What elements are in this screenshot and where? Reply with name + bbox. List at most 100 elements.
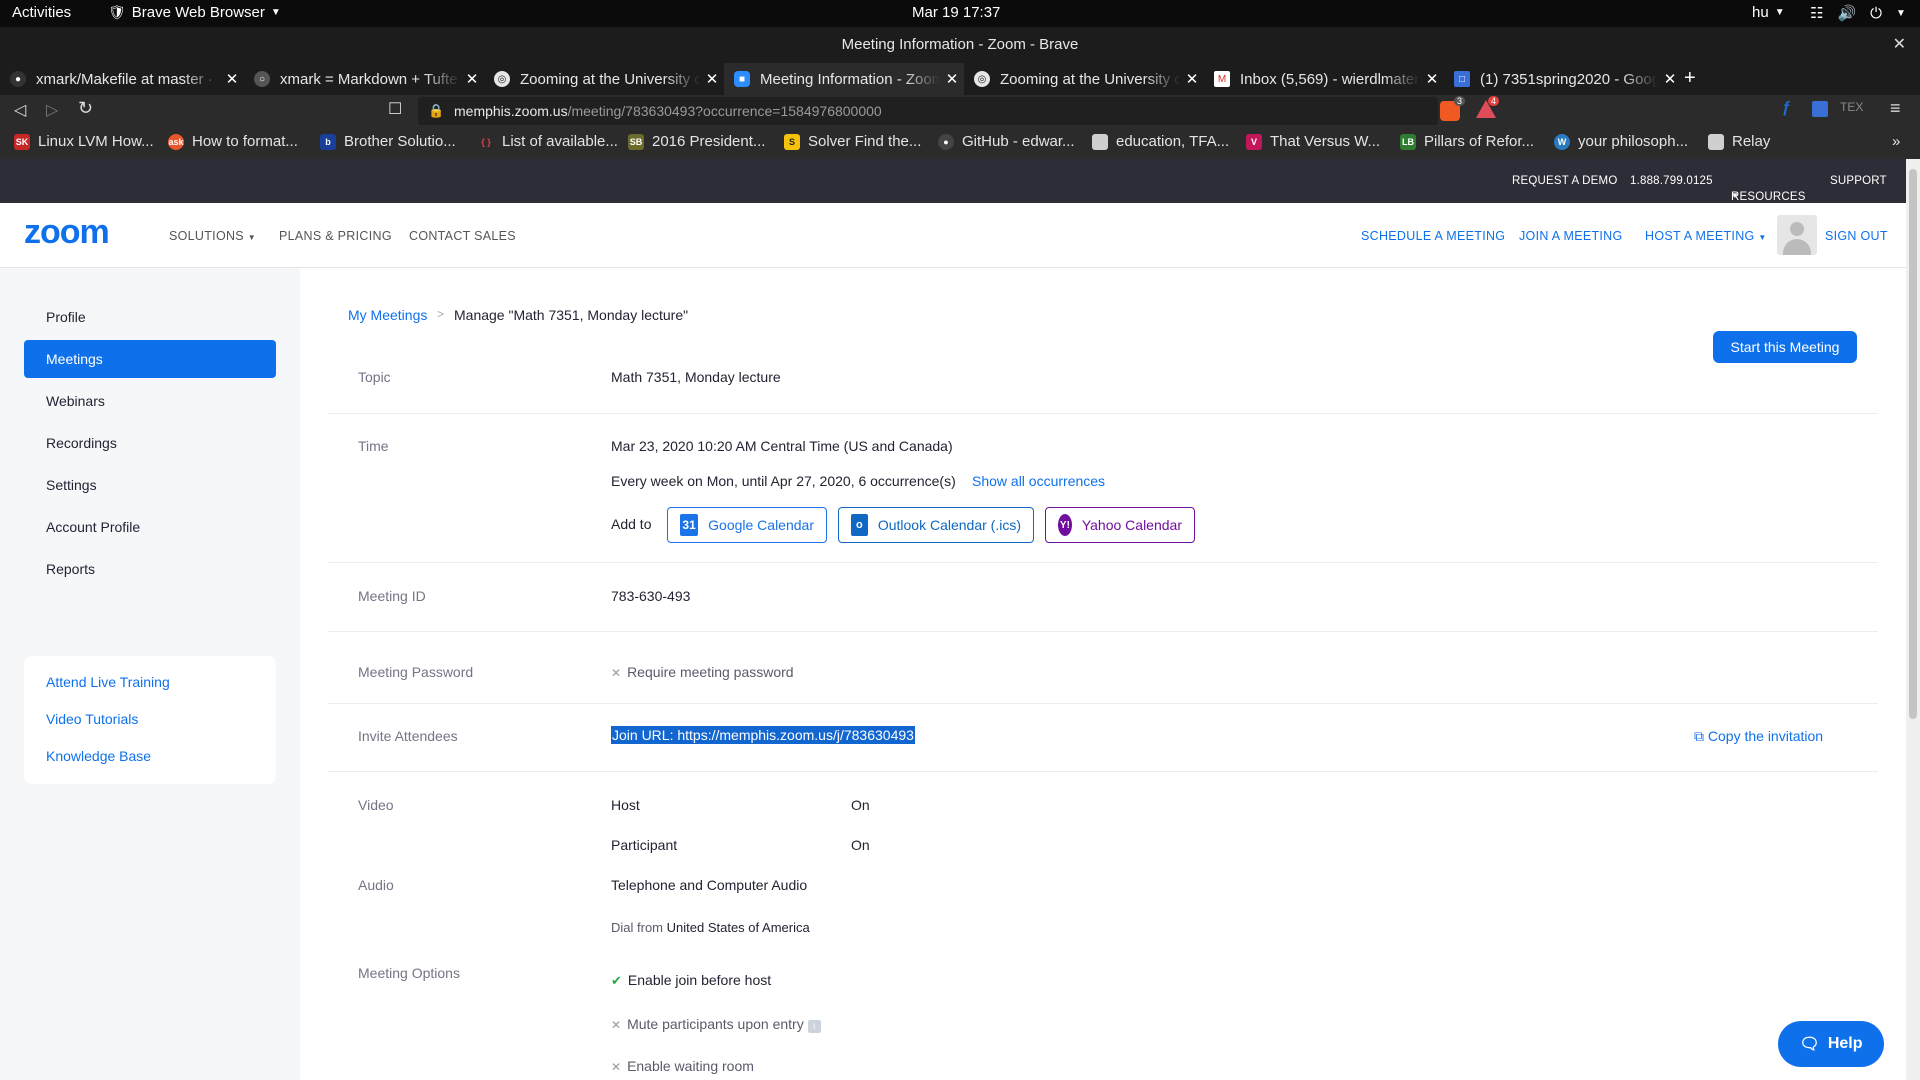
bookmark-label: Linux LVM How... bbox=[38, 133, 154, 150]
sidebar-item-account-profile[interactable]: Account Profile bbox=[24, 508, 276, 546]
scrollbar-thumb[interactable] bbox=[1909, 169, 1917, 719]
sidebar-item-label: Webinars bbox=[46, 393, 105, 409]
bookmark-label: Relay bbox=[1732, 133, 1771, 150]
sidebar-item-label: Account Profile bbox=[46, 519, 141, 535]
window-close-icon[interactable]: ✕ bbox=[1893, 27, 1906, 63]
clock[interactable]: Mar 19 17:37 bbox=[912, 4, 1000, 21]
forward-icon[interactable]: ▷ bbox=[46, 100, 58, 120]
bookmark-item[interactable]: V That Versus W... bbox=[1246, 133, 1380, 150]
topic-label: Topic bbox=[358, 369, 391, 385]
sidebar-item-reports[interactable]: Reports bbox=[24, 550, 276, 588]
sidebar-item-settings[interactable]: Settings bbox=[24, 466, 276, 504]
join-meeting-link[interactable]: JOIN A MEETING bbox=[1519, 229, 1623, 243]
sidebar-item-meetings[interactable]: Meetings bbox=[24, 340, 276, 378]
show-all-occurrences-link[interactable]: Show all occurrences bbox=[972, 473, 1105, 489]
bookmark-icon[interactable]: ☐ bbox=[388, 99, 402, 119]
start-meeting-button[interactable]: Start this Meeting bbox=[1713, 331, 1857, 363]
bookmark-item[interactable]: S Solver Find the... bbox=[784, 133, 921, 150]
attend-live-training-link[interactable]: Attend Live Training bbox=[46, 674, 170, 690]
extension-f-icon[interactable]: ƒ bbox=[1782, 99, 1791, 117]
bookmark-item[interactable]: b Brother Solutio... bbox=[320, 133, 456, 150]
more-bookmarks-icon[interactable]: » bbox=[1892, 133, 1900, 150]
yahoo-calendar-button[interactable]: Y! Yahoo Calendar bbox=[1045, 507, 1195, 543]
tab-title: Zooming at the University o bbox=[1000, 70, 1180, 88]
bookmark-item[interactable]: Wyour philosoph... bbox=[1554, 133, 1688, 150]
browser-tab[interactable]: ◎ Zooming at the University o ✕ bbox=[484, 63, 724, 95]
outlook-calendar-button[interactable]: o Outlook Calendar (.ics) bbox=[838, 507, 1034, 543]
bookmark-item[interactable]: education, TFA... bbox=[1092, 133, 1229, 150]
info-icon[interactable]: i bbox=[807, 1020, 821, 1033]
bookmark-item[interactable]: LB Pillars of Refor... bbox=[1400, 133, 1534, 150]
system-menu[interactable]: ☷ 🔊 ⏻ ▼ bbox=[1810, 4, 1906, 23]
chevron-down-icon: ▼ bbox=[1896, 7, 1906, 19]
browser-tab[interactable]: ◎ Zooming at the University o ✕ bbox=[964, 63, 1204, 95]
browser-tab[interactable]: ○ xmark = Markdown + Tufte ✕ bbox=[244, 63, 484, 95]
bookmark-item[interactable]: Relay bbox=[1708, 133, 1770, 150]
power-icon: ⏻ bbox=[1870, 4, 1883, 22]
sidebar-item-recordings[interactable]: Recordings bbox=[24, 424, 276, 462]
new-tab-icon[interactable]: + bbox=[1684, 67, 1696, 90]
help-button[interactable]: 🗨 Help bbox=[1778, 1021, 1884, 1067]
video-tutorials-link[interactable]: Video Tutorials bbox=[46, 711, 138, 727]
globe-icon: ◎ bbox=[974, 71, 990, 87]
page-scrollbar[interactable] bbox=[1906, 159, 1920, 1080]
tex-extension-icon[interactable]: TEX bbox=[1840, 100, 1863, 114]
join-url-text[interactable]: Join URL: https://memphis.zoom.us/j/7836… bbox=[611, 726, 915, 744]
option-item: ✕ Enable waiting room bbox=[611, 1058, 754, 1074]
google-calendar-button[interactable]: 31 Google Calendar bbox=[667, 507, 827, 543]
bookmark-item[interactable]: SK Linux LVM How... bbox=[14, 133, 154, 150]
close-icon[interactable]: ✕ bbox=[220, 70, 244, 88]
url-bar[interactable]: 🔒 memphis.zoom.us/meeting/783630493?occu… bbox=[418, 97, 1438, 125]
close-icon[interactable]: ✕ bbox=[700, 70, 724, 88]
app-name: Brave Web Browser bbox=[131, 4, 265, 21]
close-icon[interactable]: ✕ bbox=[1180, 70, 1204, 88]
host-meeting-menu[interactable]: HOST A MEETING ▼ bbox=[1645, 229, 1767, 243]
back-icon[interactable]: ◁ bbox=[14, 100, 26, 120]
ask-icon: ask bbox=[168, 133, 184, 150]
copy-invitation-link[interactable]: ⧉ Copy the invitation bbox=[1694, 728, 1823, 745]
reload-icon[interactable]: ↻ bbox=[78, 98, 93, 119]
contact-sales-link[interactable]: CONTACT SALES bbox=[409, 229, 516, 243]
close-icon[interactable]: ✕ bbox=[1420, 70, 1444, 88]
app-menu[interactable]: 🛡 Brave Web Browser ▼ bbox=[108, 4, 281, 21]
audio-value: Telephone and Computer Audio bbox=[611, 877, 808, 893]
input-source-menu[interactable]: hu ▼ bbox=[1752, 4, 1785, 21]
meeting-id-value: 783-630-493 bbox=[611, 588, 691, 604]
option-label: Enable waiting room bbox=[627, 1058, 754, 1074]
sidebar-item-label: Reports bbox=[46, 561, 96, 577]
extension-icon[interactable] bbox=[1812, 101, 1828, 117]
bookmark-item[interactable]: ● GitHub - edwar... bbox=[938, 133, 1075, 150]
breadcrumb-my-meetings[interactable]: My Meetings bbox=[348, 307, 427, 323]
clock-label: Mar 19 17:37 bbox=[912, 4, 1001, 21]
sign-out-link[interactable]: SIGN OUT bbox=[1825, 229, 1888, 243]
browser-tab[interactable]: ● xmark/Makefile at master · ✕ bbox=[0, 63, 244, 95]
browser-tab-active[interactable]: ■ Meeting Information - Zoom ✕ bbox=[724, 63, 964, 95]
close-icon[interactable]: ✕ bbox=[940, 70, 964, 88]
support-link[interactable]: SUPPORT bbox=[1830, 175, 1887, 187]
close-icon[interactable]: ✕ bbox=[1658, 70, 1682, 88]
plans-pricing-link[interactable]: PLANS & PRICING bbox=[279, 229, 392, 243]
sidebar-item-webinars[interactable]: Webinars bbox=[24, 382, 276, 420]
url-domain: memphis.zoom.us bbox=[454, 103, 568, 119]
bookmark-item[interactable]: { } List of available... bbox=[478, 133, 618, 150]
avatar[interactable] bbox=[1777, 215, 1817, 255]
meeting-password-value: ✕ Require meeting password bbox=[611, 664, 794, 680]
knowledge-base-link[interactable]: Knowledge Base bbox=[46, 748, 151, 764]
meeting-password-label: Meeting Password bbox=[358, 664, 474, 680]
bookmark-item[interactable]: ask How to format... bbox=[168, 133, 298, 150]
phone-number-link[interactable]: 1.888.799.0125 bbox=[1630, 175, 1713, 187]
option-item: ✔ Enable join before host bbox=[611, 972, 771, 989]
activities-button[interactable]: Activities bbox=[12, 4, 71, 21]
sidebar-item-profile[interactable]: Profile bbox=[24, 298, 276, 336]
schedule-meeting-link[interactable]: SCHEDULE A MEETING bbox=[1361, 229, 1505, 243]
menu-icon[interactable]: ≡ bbox=[1890, 98, 1901, 119]
zoom-logo[interactable]: zoom bbox=[24, 213, 110, 252]
request-demo-link[interactable]: REQUEST A DEMO bbox=[1512, 175, 1617, 187]
browser-tab[interactable]: M Inbox (5,569) - wierdlmater ✕ bbox=[1204, 63, 1444, 95]
browser-tab[interactable]: □ (1) 7351spring2020 - Goog ✕ bbox=[1444, 63, 1682, 95]
solutions-menu[interactable]: SOLUTIONS ▼ bbox=[169, 229, 256, 243]
yahoo-calendar-label: Yahoo Calendar bbox=[1081, 517, 1182, 533]
github-icon: ● bbox=[10, 71, 26, 87]
close-icon[interactable]: ✕ bbox=[460, 70, 484, 88]
bookmark-item[interactable]: SB 2016 President... bbox=[628, 133, 765, 150]
